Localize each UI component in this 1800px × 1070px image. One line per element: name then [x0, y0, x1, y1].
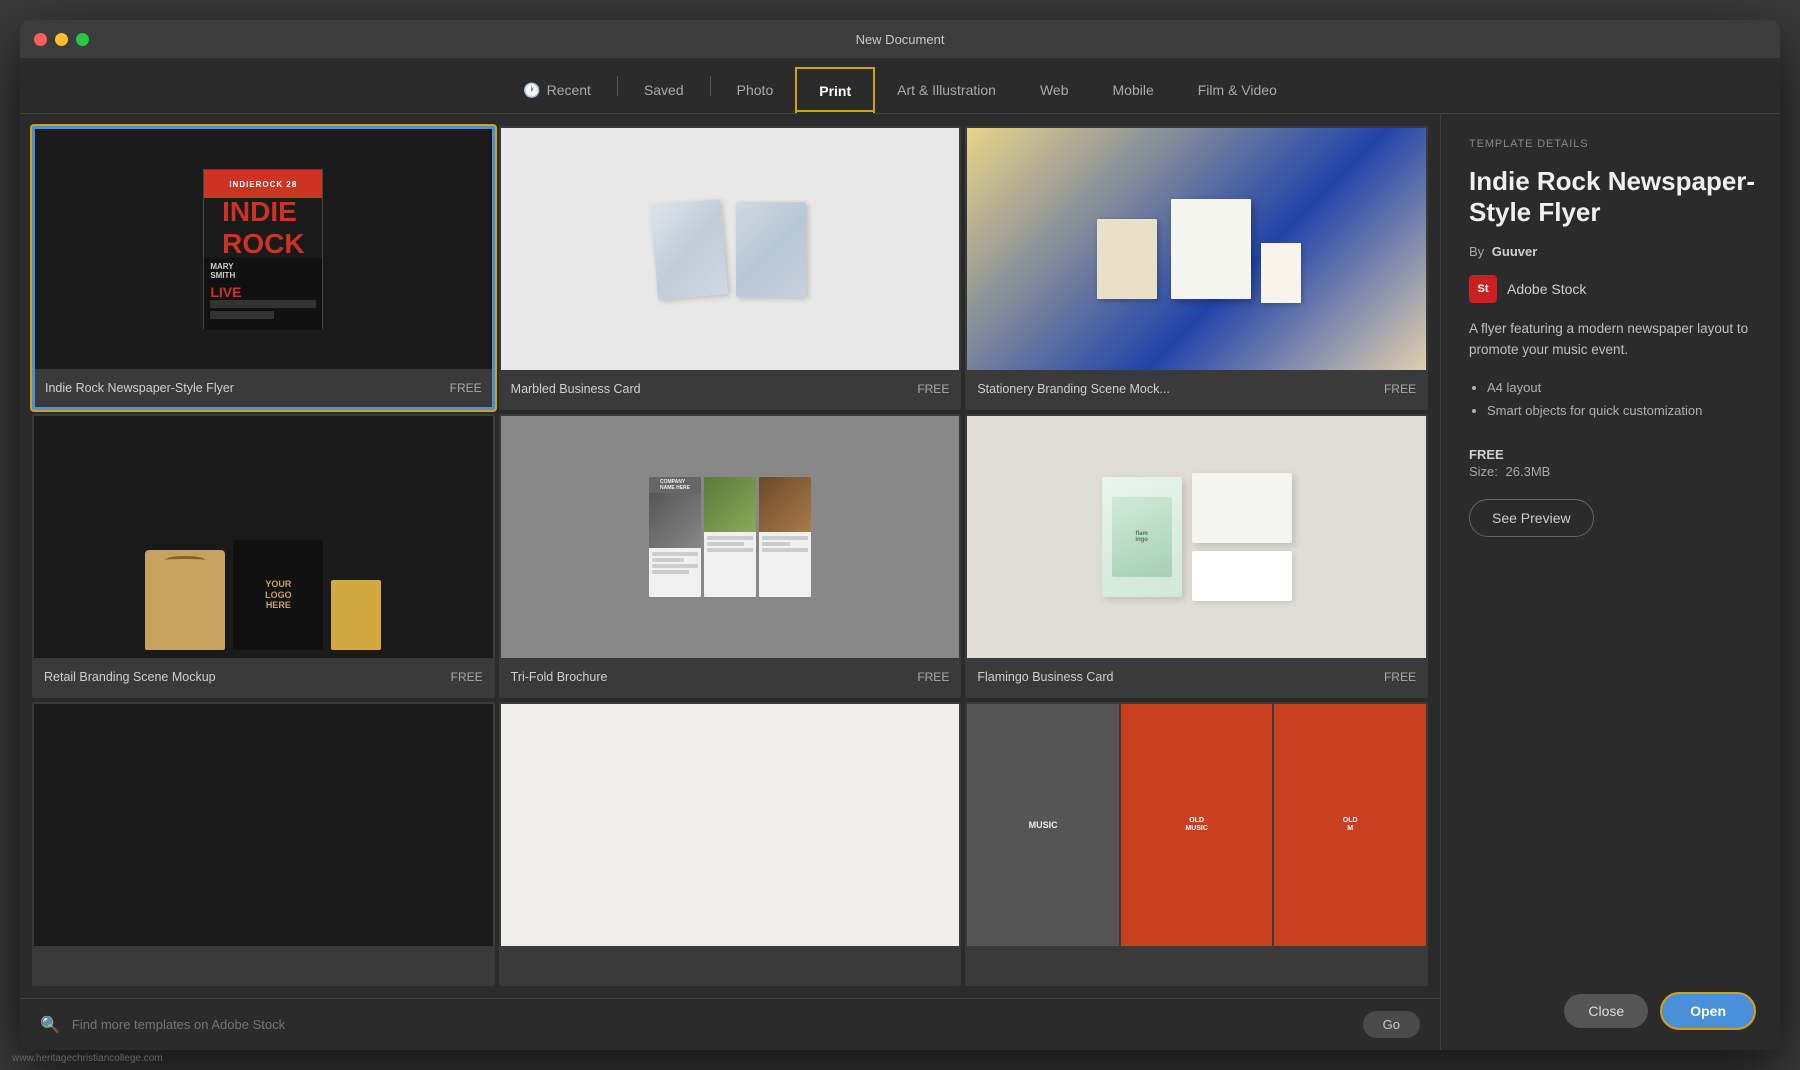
card-badge-stationery: FREE [1384, 382, 1416, 396]
templates-grid: INDIEROCK 28 INDIEROCK MARYSMITH LIVE [20, 114, 1440, 998]
title-bar: New Document [20, 20, 1780, 58]
card-name-flamingo: Flamingo Business Card [977, 670, 1113, 684]
sidebar-free-label: FREE [1469, 447, 1756, 462]
window-title: New Document [856, 32, 945, 47]
tab-web-label: Web [1040, 82, 1069, 98]
template-thumb-dark1 [34, 704, 493, 946]
tab-recent-label: Recent [547, 82, 591, 98]
template-card-music[interactable]: MUSIC OLDMUSIC OLDM [965, 702, 1428, 986]
card-name-marbled: Marbled Business Card [511, 382, 641, 396]
card-footer-light1 [501, 946, 960, 984]
sidebar-size-value: 26.3MB [1506, 464, 1551, 479]
tab-film[interactable]: Film & Video [1176, 67, 1299, 113]
clock-icon: 🕐 [523, 82, 540, 99]
sidebar-price: FREE Size: 26.3MB [1469, 447, 1756, 479]
main-content: INDIEROCK 28 INDIEROCK MARYSMITH LIVE [20, 114, 1780, 1050]
template-thumb-trifold: COMPANYNAME HERE [501, 416, 960, 658]
template-card-dark1[interactable] [32, 702, 495, 986]
card-badge-retail: FREE [451, 670, 483, 684]
card-name-stationery: Stationery Branding Scene Mock... [977, 382, 1169, 396]
maximize-traffic-light[interactable] [76, 33, 89, 46]
template-card-marbled[interactable]: Marbled Business Card FREE [499, 126, 962, 410]
card-footer-flamingo: Flamingo Business Card FREE [967, 658, 1426, 696]
tab-separator-1 [617, 76, 618, 96]
tab-mobile-label: Mobile [1113, 82, 1154, 98]
card-name-trifold: Tri-Fold Brochure [511, 670, 608, 684]
template-card-retail[interactable]: YOURLOGOHERE Retail Branding Scene Mocku… [32, 414, 495, 698]
card-name-indie-rock: Indie Rock Newspaper-Style Flyer [45, 381, 234, 395]
adobe-stock-row: St Adobe Stock [1469, 275, 1756, 303]
template-thumb-light1 [501, 704, 960, 946]
card-name-retail: Retail Branding Scene Mockup [44, 670, 216, 684]
close-button[interactable]: Close [1564, 994, 1648, 1028]
search-bar: 🔍 Go [20, 998, 1440, 1050]
adobe-stock-badge: St [1469, 275, 1497, 303]
adobe-stock-label: Adobe Stock [1507, 281, 1586, 297]
template-thumb-stationery [967, 128, 1426, 370]
tabs-bar: 🕐 Recent Saved Photo Print Art & Illustr… [20, 58, 1780, 114]
tab-saved[interactable]: Saved [622, 67, 706, 113]
tab-active-underline [797, 110, 873, 113]
template-card-light1[interactable] [499, 702, 962, 986]
card-footer-music [967, 946, 1426, 984]
tab-saved-label: Saved [644, 82, 684, 98]
tab-film-label: Film & Video [1198, 82, 1277, 98]
sidebar: TEMPLATE DETAILS Indie Rock Newspaper-St… [1440, 114, 1780, 1050]
templates-area: INDIEROCK 28 INDIEROCK MARYSMITH LIVE [20, 114, 1440, 1050]
sidebar-author-row: By Guuver [1469, 244, 1756, 259]
close-traffic-light[interactable] [34, 33, 47, 46]
card-badge-trifold: FREE [917, 670, 949, 684]
tab-print[interactable]: Print [795, 67, 875, 113]
tab-art[interactable]: Art & Illustration [875, 67, 1018, 113]
minimize-traffic-light[interactable] [55, 33, 68, 46]
search-icon: 🔍 [40, 1015, 60, 1035]
tab-art-label: Art & Illustration [897, 82, 996, 98]
sidebar-title: Indie Rock Newspaper-Style Flyer [1469, 166, 1756, 228]
template-thumb-flamingo: flamingo [967, 416, 1426, 658]
sidebar-by-label: By [1469, 244, 1484, 259]
sidebar-actions: Close Open [1469, 992, 1756, 1030]
card-badge-marbled: FREE [917, 382, 949, 396]
see-preview-button[interactable]: See Preview [1469, 499, 1594, 537]
tab-recent[interactable]: 🕐 Recent [501, 67, 613, 113]
sidebar-size-row: Size: 26.3MB [1469, 464, 1756, 479]
app-window: New Document 🕐 Recent Saved Photo Print … [20, 20, 1780, 1050]
sidebar-bullets: A4 layout Smart objects for quick custom… [1487, 376, 1756, 423]
tab-print-label: Print [819, 83, 851, 99]
card-footer-dark1 [34, 946, 493, 984]
card-footer-marbled: Marbled Business Card FREE [501, 370, 960, 408]
sidebar-bullet-1: A4 layout [1487, 376, 1756, 399]
card-badge-flamingo: FREE [1384, 670, 1416, 684]
search-input[interactable] [72, 1017, 1351, 1032]
sidebar-bullet-2: Smart objects for quick customization [1487, 399, 1756, 422]
template-card-trifold[interactable]: COMPANYNAME HERE [499, 414, 962, 698]
card-footer-retail: Retail Branding Scene Mockup FREE [34, 658, 493, 696]
go-button[interactable]: Go [1363, 1011, 1420, 1038]
card-footer-stationery: Stationery Branding Scene Mock... FREE [967, 370, 1426, 408]
card-footer-indie-rock: Indie Rock Newspaper-Style Flyer FREE [35, 369, 492, 407]
tab-photo[interactable]: Photo [715, 67, 796, 113]
tab-web[interactable]: Web [1018, 67, 1091, 113]
sidebar-size-label: Size: [1469, 464, 1498, 479]
card-footer-trifold: Tri-Fold Brochure FREE [501, 658, 960, 696]
tab-mobile[interactable]: Mobile [1091, 67, 1176, 113]
tab-photo-label: Photo [737, 82, 774, 98]
traffic-lights [34, 33, 89, 46]
template-thumb-music: MUSIC OLDMUSIC OLDM [967, 704, 1426, 946]
template-thumb-marbled [501, 128, 960, 370]
sidebar-author: Guuver [1492, 244, 1538, 259]
template-thumb-indie-rock: INDIEROCK 28 INDIEROCK MARYSMITH LIVE [35, 129, 492, 369]
sidebar-description: A flyer featuring a modern newspaper lay… [1469, 319, 1756, 360]
tab-separator-2 [710, 76, 711, 96]
card-badge-indie-rock: FREE [450, 381, 482, 395]
sidebar-section-label: TEMPLATE DETAILS [1469, 138, 1756, 150]
template-card-stationery[interactable]: Stationery Branding Scene Mock... FREE [965, 126, 1428, 410]
template-thumb-retail: YOURLOGOHERE [34, 416, 493, 658]
template-card-indie-rock[interactable]: INDIEROCK 28 INDIEROCK MARYSMITH LIVE [32, 126, 495, 410]
open-button[interactable]: Open [1660, 992, 1756, 1030]
template-card-flamingo[interactable]: flamingo Flamingo Business Card FREE [965, 414, 1428, 698]
